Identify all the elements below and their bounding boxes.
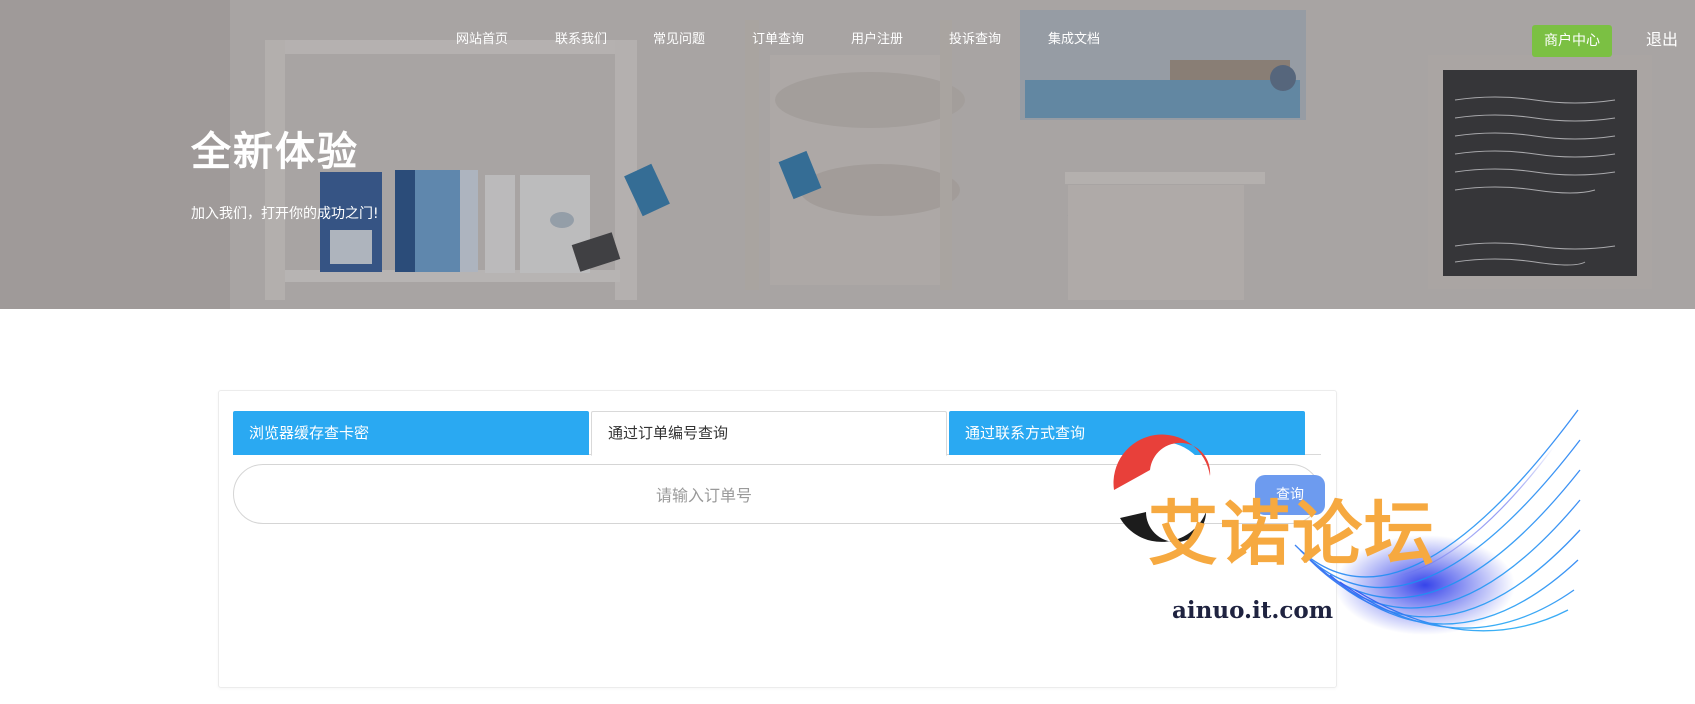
top-navigation: 网站首页 联系我们 常见问题 订单查询 用户注册 投诉查询 集成文档 bbox=[0, 30, 1695, 50]
merchant-center-button[interactable]: 商户中心 bbox=[1532, 25, 1612, 57]
hero-title: 全新体验 bbox=[191, 129, 359, 175]
nav-item-faq[interactable]: 常见问题 bbox=[653, 30, 705, 50]
nav-item-register[interactable]: 用户注册 bbox=[851, 30, 903, 50]
watermark-url: ainuo.it.com bbox=[1172, 597, 1334, 624]
nav-item-complaint[interactable]: 投诉查询 bbox=[949, 30, 1001, 50]
watermark-text: 艾诺论坛 bbox=[1148, 493, 1436, 575]
hero-banner: 网站首页 联系我们 常见问题 订单查询 用户注册 投诉查询 集成文档 商户中心 … bbox=[0, 0, 1695, 309]
order-number-input[interactable] bbox=[274, 473, 1134, 517]
tab-order-number[interactable]: 通过订单编号查询 bbox=[591, 411, 947, 456]
nav-item-order-query[interactable]: 订单查询 bbox=[752, 30, 804, 50]
logout-link[interactable]: 退出 bbox=[1646, 29, 1678, 51]
nav-item-contact[interactable]: 联系我们 bbox=[555, 30, 607, 50]
tab-browser-cache[interactable]: 浏览器缓存查卡密 bbox=[233, 411, 589, 455]
nav-item-docs[interactable]: 集成文档 bbox=[1048, 30, 1100, 50]
nav-item-home[interactable]: 网站首页 bbox=[456, 30, 508, 50]
hero-subtitle: 加入我们，打开你的成功之门! bbox=[191, 206, 379, 222]
